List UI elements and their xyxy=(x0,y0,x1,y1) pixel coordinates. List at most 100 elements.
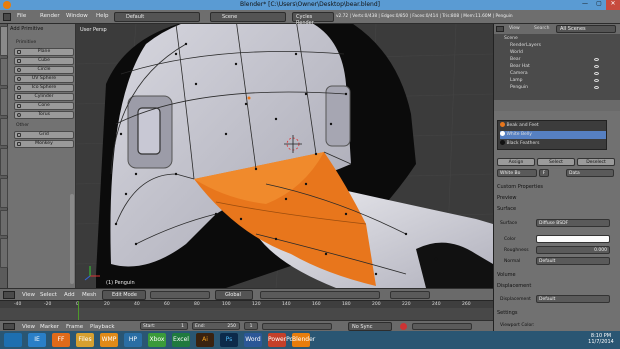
outliner-item-penguin[interactable]: Penguin xyxy=(510,85,528,90)
eye-icon[interactable] xyxy=(594,79,599,82)
tab-animation[interactable] xyxy=(0,118,8,146)
color-swatch[interactable] xyxy=(536,235,610,243)
timeline-menu-playback[interactable]: Playback xyxy=(90,324,115,330)
start-button[interactable] xyxy=(4,333,22,347)
material-slot-list[interactable]: Beak and Feet White Belly Black Feathers xyxy=(497,120,607,150)
outliner-item-lamp[interactable]: Lamp xyxy=(510,78,523,83)
timeline-editor-icon[interactable] xyxy=(3,323,15,330)
maximize-button[interactable]: ▢ xyxy=(592,0,606,10)
selection-mode-buttons[interactable] xyxy=(260,291,380,299)
tab-relations[interactable] xyxy=(0,88,8,116)
monkey-button[interactable]: Monkey xyxy=(14,140,74,148)
custom-properties-panel[interactable]: Custom Properties xyxy=(497,184,543,190)
info-editor-icon[interactable] xyxy=(3,13,11,21)
taskbar-app-icon[interactable]: FF xyxy=(52,333,70,347)
viewport-menu-add[interactable]: Add xyxy=(64,292,75,298)
select-button[interactable]: Select xyxy=(537,158,575,166)
preview-panel[interactable]: Preview xyxy=(497,195,516,201)
eye-icon[interactable] xyxy=(594,65,599,68)
link-dropdown[interactable]: Data xyxy=(566,169,614,177)
taskbar-app-icon[interactable]: WMP xyxy=(100,333,118,347)
torus-button[interactable]: Torus xyxy=(14,111,74,119)
deselect-button[interactable]: Deselect xyxy=(577,158,615,166)
menu-window[interactable]: Window xyxy=(66,13,88,19)
taskbar-app-icon[interactable]: HP xyxy=(124,333,142,347)
sync-dropdown[interactable]: No Sync xyxy=(348,322,392,331)
material-name-field[interactable]: White Bo xyxy=(497,169,537,177)
outliner-editor-icon[interactable] xyxy=(496,26,504,32)
add-primitive-header[interactable]: Add Primitive xyxy=(10,26,43,32)
cube-button[interactable]: Cube xyxy=(14,57,74,65)
grid-button[interactable]: Grid xyxy=(14,131,74,139)
plane-button[interactable]: Plane xyxy=(14,48,74,56)
tab-create[interactable] xyxy=(0,58,8,86)
tab-tools[interactable] xyxy=(0,26,8,56)
tab-grease-pencil[interactable] xyxy=(0,238,8,268)
properties-tab-row[interactable] xyxy=(494,100,620,111)
current-frame-field[interactable]: 1 xyxy=(244,322,258,330)
outliner-display-dropdown[interactable]: All Scenes xyxy=(556,25,616,33)
outliner-menu-search[interactable]: Search xyxy=(534,26,549,31)
3d-view-editor-icon[interactable] xyxy=(3,291,15,299)
outliner-item-renderlayers[interactable]: RenderLayers xyxy=(510,43,541,48)
outliner-item-bear-hat[interactable]: Bear Hat xyxy=(510,64,530,69)
surface-shader-dropdown[interactable]: Diffuse BSDF xyxy=(536,219,610,227)
menu-render[interactable]: Render xyxy=(40,13,60,19)
fake-user-button[interactable]: F xyxy=(539,169,549,177)
playhead[interactable] xyxy=(78,301,79,321)
render-engine-dropdown[interactable]: Cycles Render xyxy=(292,12,334,26)
displacement-field[interactable]: Default xyxy=(536,295,610,303)
taskbar-app-icon[interactable]: Files xyxy=(76,333,94,347)
material-slot[interactable]: Black Feathers xyxy=(500,140,606,148)
taskbar-app-icon[interactable]: Ps xyxy=(220,333,238,347)
circle-button[interactable]: Circle xyxy=(14,66,74,74)
taskbar-app-icon[interactable]: PowerPoint xyxy=(268,333,301,347)
timeline-ruler[interactable]: -40 -20 0 20 40 60 80 100 120 140 160 18… xyxy=(0,301,493,308)
material-slot[interactable]: Beak and Feet xyxy=(500,122,606,130)
outliner-item-camera[interactable]: Camera xyxy=(510,71,528,76)
viewport-menu-mesh[interactable]: Mesh xyxy=(82,292,96,298)
surface-panel[interactable]: Surface xyxy=(497,206,516,212)
playback-controls[interactable] xyxy=(262,323,332,330)
assign-button[interactable]: Assign xyxy=(497,158,535,166)
scene-dropdown[interactable]: Scene xyxy=(210,12,286,22)
shading-buttons[interactable] xyxy=(150,291,210,299)
penguin-mesh-render[interactable] xyxy=(76,24,493,288)
taskbar-app-icon[interactable]: Ai xyxy=(196,333,214,347)
transform-orientation-dropdown[interactable]: Global xyxy=(215,290,253,300)
menu-file[interactable]: File xyxy=(17,13,26,19)
outliner-menu-view[interactable]: View xyxy=(509,26,520,31)
3d-viewport[interactable]: User Persp (1) Penguin xyxy=(76,24,493,288)
viewport-menu-select[interactable]: Select xyxy=(40,292,57,298)
outliner-item-bear[interactable]: Bear xyxy=(510,57,520,62)
uv-sphere-button[interactable]: UV Sphere xyxy=(14,75,74,83)
cone-button[interactable]: Cone xyxy=(14,102,74,110)
close-button[interactable]: ✕ xyxy=(606,0,620,10)
minimize-button[interactable]: — xyxy=(578,0,592,10)
layout-dropdown[interactable]: Default xyxy=(114,12,200,22)
record-icon[interactable] xyxy=(400,323,407,330)
keying-set-field[interactable] xyxy=(412,323,472,330)
ico-sphere-button[interactable]: Ico Sphere xyxy=(14,84,74,92)
settings-panel[interactable]: Settings xyxy=(497,310,518,316)
taskbar-app-icon[interactable]: IE xyxy=(28,333,46,347)
outliner-item-scene[interactable]: Scene xyxy=(504,36,518,41)
tab-physics[interactable] xyxy=(0,148,8,176)
toolshelf-scrollbar[interactable] xyxy=(70,194,74,284)
displacement-panel[interactable]: Displacement xyxy=(497,283,531,289)
normal-field[interactable]: Default xyxy=(536,257,610,265)
viewport-menu-view[interactable]: View xyxy=(22,292,35,298)
eye-icon[interactable] xyxy=(594,58,599,61)
timeline-menu-view[interactable]: View xyxy=(22,324,35,330)
tab-shading-uvs[interactable] xyxy=(0,178,8,208)
timeline-menu-marker[interactable]: Marker xyxy=(40,324,59,330)
eye-icon[interactable] xyxy=(594,86,599,89)
clock[interactable]: 8:10 PM 11/7/2014 xyxy=(585,333,617,345)
outliner-item-world[interactable]: World xyxy=(510,50,523,55)
menu-help[interactable]: Help xyxy=(96,13,109,19)
taskbar-app-icon[interactable]: Word xyxy=(244,333,262,347)
eye-icon[interactable] xyxy=(594,72,599,75)
taskbar-app-icon[interactable]: Blender xyxy=(292,333,315,347)
taskbar-app-icon[interactable]: Excel xyxy=(172,333,190,347)
timeline-area[interactable]: -40 -20 0 20 40 60 80 100 120 140 160 18… xyxy=(0,300,493,321)
